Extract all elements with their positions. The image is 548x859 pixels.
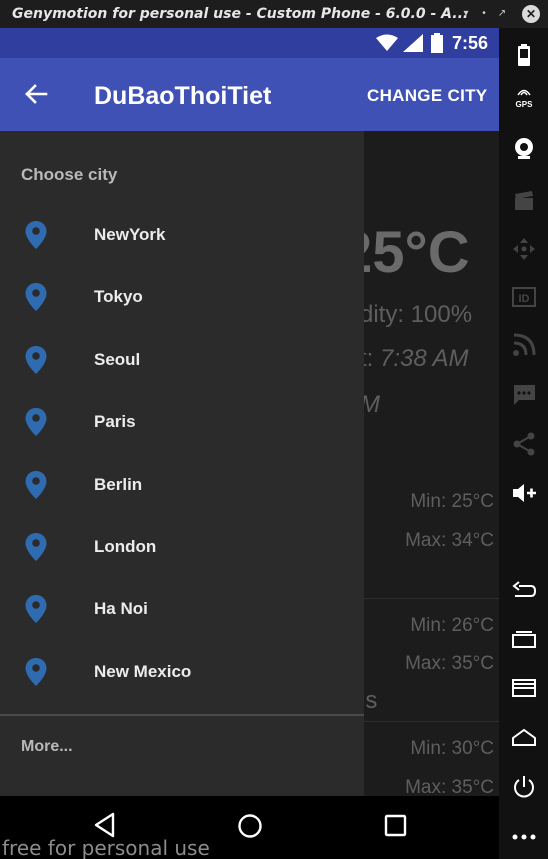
gps-label: GPS <box>515 100 533 109</box>
location-pin-icon <box>25 221 47 249</box>
forecast-max: Max: 34°C <box>405 530 494 551</box>
forecast-min: Min: 30°C <box>410 738 494 759</box>
rss-icon[interactable] <box>511 332 537 358</box>
change-city-button[interactable]: CHANGE CITY <box>367 86 487 106</box>
location-pin-icon <box>25 595 47 624</box>
city-name: Tokyo <box>94 287 143 307</box>
minimize-icon[interactable]: ▾ <box>458 6 474 22</box>
battery-icon <box>431 33 443 53</box>
svg-text:ID: ID <box>519 293 530 305</box>
sms-icon[interactable] <box>511 382 537 408</box>
clapperboard-icon[interactable] <box>511 188 537 214</box>
location-pin-icon <box>25 345 47 374</box>
city-item[interactable]: Ha Noi <box>0 578 364 640</box>
arrow-back-icon[interactable] <box>18 76 54 112</box>
battery-icon[interactable] <box>511 42 537 68</box>
sunrise-text: t: 7:38 AM <box>360 345 469 373</box>
phone-screen: 7:56 DuBaoThoiTiet CHANGE CITY 25°C dity… <box>0 28 499 796</box>
city-item[interactable]: NewYork <box>0 204 364 266</box>
location-pin-icon <box>25 283 47 312</box>
app-bar: DuBaoThoiTiet CHANGE CITY <box>0 58 499 131</box>
city-item[interactable]: Paris <box>0 391 364 453</box>
dpad-icon[interactable] <box>511 236 537 262</box>
menu-icon[interactable] <box>511 676 537 702</box>
home-icon[interactable] <box>511 725 537 751</box>
power-icon[interactable] <box>511 774 537 800</box>
drawer-header: Choose city <box>21 165 118 184</box>
forecast-divider <box>364 598 499 599</box>
app-title: DuBaoThoiTiet <box>94 82 272 110</box>
wifi-icon <box>376 34 398 51</box>
forecast-min: Min: 25°C <box>410 491 494 512</box>
city-name: Ha Noi <box>94 599 148 619</box>
city-name: London <box>94 537 157 556</box>
emulator-title-bar: Genymotion for personal use - Custom Pho… <box>0 0 548 28</box>
restore-icon[interactable]: • <box>476 6 492 22</box>
status-time: 7:56 <box>452 33 489 53</box>
city-name: NewYork <box>94 225 166 244</box>
city-item[interactable]: Seoul <box>0 329 364 391</box>
close-icon[interactable]: ✕ <box>522 5 540 23</box>
window-title: Genymotion for personal use - Custom Pho… <box>12 6 469 22</box>
home-circle-icon[interactable] <box>235 810 265 840</box>
maximize-icon[interactable]: ↗ <box>494 6 510 22</box>
more-icon[interactable] <box>511 824 537 850</box>
city-item[interactable]: New Mexico <box>0 641 364 703</box>
webcam-icon[interactable] <box>511 135 537 161</box>
city-item[interactable]: Tokyo <box>0 266 364 328</box>
city-name: Seoul <box>94 349 141 369</box>
forecast-min: Min: 26°C <box>410 615 494 636</box>
id-icon[interactable]: ID <box>511 284 537 310</box>
city-name: Berlin <box>94 474 143 494</box>
location-pin-icon <box>25 657 47 686</box>
watermark: free for personal use <box>2 836 210 859</box>
forecast-max: Max: 35°C <box>405 777 494 796</box>
more-menu-item[interactable]: More... <box>21 738 73 756</box>
location-pin-icon <box>25 470 47 499</box>
emulator-toolbar: GPS ID <box>499 28 548 859</box>
sunrise-time: 7:38 AM <box>380 345 469 372</box>
forecast-divider <box>364 721 499 722</box>
recents-square-icon[interactable] <box>381 810 411 840</box>
location-pin-icon <box>25 408 47 437</box>
humidity-text: dity: 100% <box>360 301 473 328</box>
city-name: Paris <box>94 412 136 432</box>
city-item[interactable]: London <box>0 516 364 578</box>
drawer-divider <box>0 714 364 716</box>
back-icon[interactable] <box>511 578 537 604</box>
gps-waves <box>517 89 531 96</box>
share-icon[interactable] <box>511 431 537 457</box>
recents-icon[interactable] <box>511 626 537 652</box>
volume-up-icon[interactable] <box>511 480 537 506</box>
status-bar: 7:56 <box>0 28 499 58</box>
city-name: New Mexico <box>94 661 192 681</box>
forecast-max: Max: 35°C <box>405 653 494 674</box>
location-pin-icon <box>25 533 47 561</box>
city-item[interactable]: Berlin <box>0 454 364 516</box>
signal-icon <box>403 34 423 52</box>
navigation-drawer: Choose city NewYork Tokyo Seoul Paris Berlin… <box>0 131 364 796</box>
gps-icon[interactable]: GPS <box>499 84 548 114</box>
